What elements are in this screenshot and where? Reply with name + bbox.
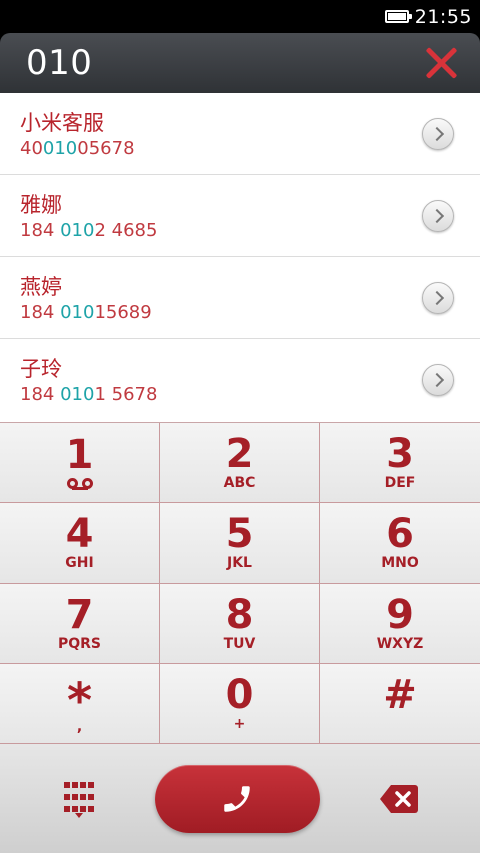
contact-number: 184 0101 5678	[20, 383, 480, 407]
key-8[interactable]: 8 TUV	[160, 583, 320, 664]
key-1[interactable]: 1	[0, 423, 160, 504]
key-digit: 4	[65, 511, 94, 558]
contact-name: 小米客服	[20, 111, 104, 135]
dialer-action-bar	[0, 744, 480, 853]
chevron-right-icon[interactable]	[422, 364, 454, 396]
contact-number: 4001005678	[20, 137, 480, 161]
key-digit: 1	[65, 432, 94, 479]
key-digit: 2	[225, 431, 254, 478]
key-digit: 3	[386, 431, 414, 478]
key-2[interactable]: 2 ABC	[160, 423, 320, 504]
key-letters: GHI	[65, 555, 94, 572]
key-hash[interactable]: #	[320, 663, 480, 744]
key-letters: TUV	[223, 635, 256, 652]
battery-fill	[387, 13, 406, 20]
key-letters: MNO	[381, 555, 419, 572]
key-digit: 5	[225, 511, 254, 558]
dial-keypad: 1 2 ABC 3 DEF 4 GHI 5 JKL 6 MNO 7 PQRS 8…	[0, 422, 480, 744]
key-letters: WXYZ	[376, 635, 424, 652]
number-prefix: 184	[20, 302, 61, 323]
voicemail-icon	[66, 478, 93, 491]
key-letters: PQRS	[57, 635, 102, 652]
key-letters: JKL	[227, 555, 252, 572]
key-star[interactable]: * ,	[0, 663, 160, 744]
contact-item[interactable]: 子玲 184 0101 5678	[0, 339, 480, 421]
contact-suggestion-list: 小米客服 4001005678 雅娜 184 0102 4685 燕婷 184 …	[0, 93, 480, 422]
chevron-right-icon[interactable]	[422, 200, 454, 232]
key-digit: 8	[225, 591, 254, 638]
status-clock: 21:55	[414, 5, 472, 28]
chevron-right-icon[interactable]	[422, 282, 454, 314]
number-prefix: 184	[20, 384, 61, 405]
status-bar: 21:55	[0, 0, 480, 33]
number-suffix: 1 5678	[94, 384, 158, 405]
chevron-right-icon[interactable]	[422, 118, 454, 150]
key-letters: +	[233, 715, 246, 732]
key-3[interactable]: 3 DEF	[320, 423, 480, 504]
contact-name: 燕婷	[20, 275, 62, 299]
battery-icon	[384, 10, 412, 23]
backspace-icon[interactable]	[380, 784, 418, 813]
number-suffix: 15689	[94, 302, 152, 323]
number-suffix: 05678	[77, 138, 135, 159]
key-letters: ABC	[223, 475, 256, 492]
number-match: 010	[60, 302, 95, 323]
key-digit: #	[383, 671, 417, 718]
key-9[interactable]: 9 WXYZ	[320, 583, 480, 664]
contact-item[interactable]: 燕婷 184 01015689	[0, 257, 480, 339]
key-0[interactable]: 0 +	[160, 663, 320, 744]
dialed-number: 010	[26, 43, 93, 83]
key-digit: 0	[225, 671, 254, 718]
key-5[interactable]: 5 JKL	[160, 503, 320, 584]
key-7[interactable]: 7 PQRS	[0, 583, 160, 664]
number-match: 010	[42, 138, 78, 159]
key-6[interactable]: 6 MNO	[320, 503, 480, 584]
key-digit: 7	[65, 591, 94, 638]
backspace-shape	[380, 784, 418, 813]
key-digit: 9	[386, 591, 414, 638]
dialpad-icon[interactable]	[64, 781, 94, 818]
contact-name: 雅娜	[20, 193, 62, 217]
close-icon[interactable]	[424, 46, 458, 80]
contact-item[interactable]: 小米客服 4001005678	[0, 93, 480, 175]
number-match: 010	[60, 220, 95, 241]
key-letters: ,	[76, 718, 83, 735]
contact-number: 184 0102 4685	[20, 219, 480, 243]
key-letters: DEF	[384, 475, 416, 492]
number-prefix: 40	[20, 138, 43, 159]
dialer-header: 010	[0, 33, 480, 93]
number-suffix: 2 4685	[94, 220, 158, 241]
number-match: 010	[60, 384, 95, 405]
phone-icon	[224, 785, 250, 812]
key-4[interactable]: 4 GHI	[0, 503, 160, 584]
key-digit: 6	[386, 511, 414, 558]
call-button[interactable]	[154, 764, 320, 833]
contact-number: 184 01015689	[20, 301, 480, 325]
contact-item[interactable]: 雅娜 184 0102 4685	[0, 175, 480, 257]
number-prefix: 184	[20, 220, 61, 241]
contact-name: 子玲	[20, 357, 62, 381]
key-digit: *	[66, 672, 93, 729]
